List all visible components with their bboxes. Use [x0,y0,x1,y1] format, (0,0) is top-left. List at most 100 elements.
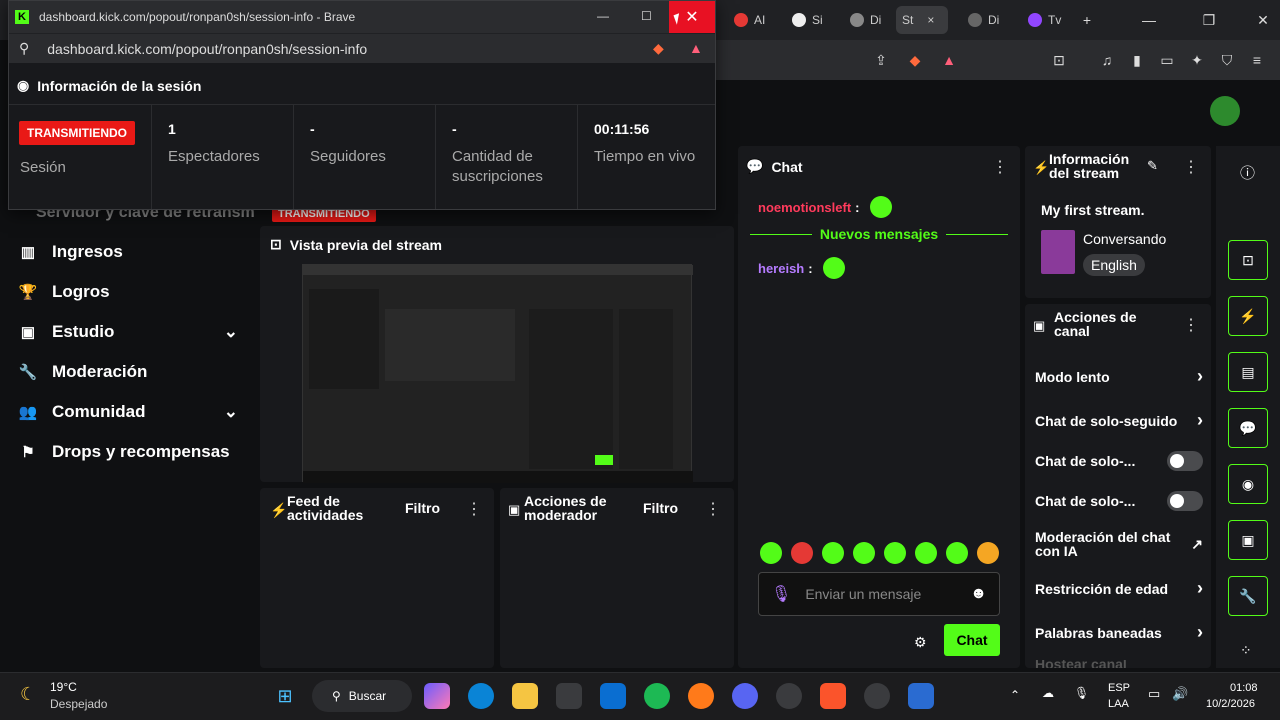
restore-icon[interactable]: ❐ [1196,7,1222,33]
wrench-icon[interactable]: 🔧 [1228,576,1268,616]
music-icon[interactable]: ♫ [1094,47,1120,73]
chevron-up-icon[interactable]: ⌃ [1010,688,1020,702]
sidebar-item-comunidad[interactable]: 👥 Comunidad ⌄ [18,402,238,422]
brave-shields-icon[interactable]: ◆ [902,47,928,73]
app-icon[interactable] [864,683,890,709]
clock-date[interactable]: 10/2/2026 [1206,698,1255,710]
sidebar-item-moderacion[interactable]: 🔧 Moderación [18,362,148,382]
taskbar-search[interactable]: ⚲ Buscar [312,680,412,712]
spotify-icon[interactable] [644,683,670,709]
microphone-icon[interactable]: 🎙 [771,584,791,604]
emote-icon[interactable] [977,542,999,564]
notes-icon[interactable]: ▤ [1228,352,1268,392]
edge-icon[interactable] [468,683,494,709]
emote-icon[interactable] [884,542,906,564]
more-options-icon[interactable]: ⋮ [992,157,1008,177]
chat-username[interactable]: noemotionsleft [758,200,851,215]
action-banned-words[interactable]: Palabras baneadas › [1035,622,1203,643]
emote-icon[interactable] [853,542,875,564]
action-ai-moderation[interactable]: Moderación del chat con IA ↗ [1035,530,1203,558]
clock-time[interactable]: 01:08 [1230,682,1258,694]
browser-tab[interactable]: Tv [1022,6,1067,34]
toggle-switch[interactable] [1167,451,1203,471]
broadcast-icon[interactable]: ◉ [1228,464,1268,504]
browser-tab[interactable]: Di [962,6,1005,34]
menu-icon[interactable]: ≡ [1244,47,1270,73]
filter-button[interactable]: Filtro [405,500,440,516]
sidebar-item-logros[interactable]: 🏆 Logros [18,282,110,302]
reader-icon[interactable]: ⊡ [1046,47,1072,73]
lightning-icon[interactable]: ⚡ [1228,296,1268,336]
more-options-icon[interactable]: ⋮ [1183,315,1199,335]
emote-icon[interactable] [822,257,845,279]
more-options-icon[interactable]: ⋮ [1183,157,1199,177]
chat-input[interactable]: 🎙 Enviar un mensaje ☻ [758,572,1000,616]
close-icon[interactable]: × [927,13,934,27]
sidebar-item-estudio[interactable]: ▣ Estudio ⌄ [18,322,238,342]
more-options-icon[interactable]: ⋮ [705,499,721,519]
apps-icon[interactable]: ⁘ [1240,642,1252,659]
leo-ai-icon[interactable]: ✦ [1184,47,1210,73]
discord-icon[interactable] [732,683,758,709]
obs-icon[interactable] [776,683,802,709]
avatar[interactable] [1210,96,1240,126]
close-window-icon[interactable]: ✕ [1250,7,1276,33]
brave-rewards-icon[interactable]: ▲ [936,47,962,73]
browser-tab[interactable]: Si [786,6,829,34]
category-thumbnail[interactable] [1041,230,1075,274]
cloud-icon[interactable]: ☁ [1042,686,1054,700]
minimize-icon[interactable]: — [1136,7,1162,33]
store-icon[interactable] [556,683,582,709]
emoji-icon[interactable]: ☻ [970,585,987,603]
outlook-icon[interactable] [600,683,626,709]
maximize-icon[interactable]: ☐ [641,9,652,23]
toggle-switch[interactable] [1167,491,1203,511]
stream-preview-video[interactable] [302,264,693,483]
explorer-icon[interactable] [512,683,538,709]
emote-icon[interactable] [822,542,844,564]
browser-tab[interactable]: Di [844,6,887,34]
browser-tab-active[interactable]: St × [896,6,948,34]
category-name[interactable]: Conversando [1083,231,1166,247]
action-slow-mode[interactable]: Modo lento › [1035,366,1203,387]
wallet-icon[interactable]: ▭ [1154,47,1180,73]
language-indicator[interactable]: LAA [1108,698,1129,710]
sidebar-item-ingresos[interactable]: ▥ Ingresos [18,242,123,262]
action-age-restriction[interactable]: Restricción de edad › [1035,578,1203,599]
sidebar-item-drops[interactable]: ⚑ Drops y recompensas [18,442,229,462]
language-indicator[interactable]: ESP [1108,682,1130,694]
chat-icon[interactable]: 💬 [1228,408,1268,448]
brave-shields-icon[interactable]: ◆ [653,40,664,57]
action-host-channel[interactable]: Hostear canal [1035,660,1203,668]
browser-tab[interactable]: AI [728,6,771,34]
info-icon[interactable]: ⓘ [1240,162,1255,183]
weather-temp[interactable]: 19°C [50,680,77,694]
emote-icon[interactable] [760,542,782,564]
network-icon[interactable]: ▭ [1148,686,1160,702]
vpn-icon[interactable]: ⛉ [1214,47,1240,73]
filter-button[interactable]: Filtro [643,500,678,516]
rocket-league-icon[interactable] [908,683,934,709]
action-followers-only[interactable]: Chat de solo-seguido › [1035,410,1203,431]
firefox-icon[interactable] [688,683,714,709]
minimize-icon[interactable]: — [597,9,609,23]
chat-username[interactable]: hereish [758,261,804,276]
sidebar-toggle-icon[interactable]: ▮ [1124,47,1150,73]
brave-rewards-icon[interactable]: ▲ [689,40,703,56]
copilot-icon[interactable] [424,683,450,709]
start-icon[interactable]: ⊞ [272,683,298,709]
emote-icon[interactable] [869,196,892,218]
new-tab-button[interactable]: + [1074,7,1100,33]
brave-icon[interactable] [820,683,846,709]
emote-icon[interactable] [915,542,937,564]
edit-icon[interactable]: ✎ [1147,158,1158,174]
more-options-icon[interactable]: ⋮ [466,499,482,519]
send-chat-button[interactable]: Chat [944,624,1000,656]
site-info-icon[interactable]: ⚲ [19,40,29,57]
channel-actions-icon[interactable]: ▣ [1228,520,1268,560]
volume-icon[interactable]: 🔊 [1172,686,1188,702]
emote-icon[interactable] [946,542,968,564]
weather-condition[interactable]: Despejado [50,697,107,711]
share-icon[interactable]: ⇪ [868,47,894,73]
emote-icon[interactable] [791,542,813,564]
